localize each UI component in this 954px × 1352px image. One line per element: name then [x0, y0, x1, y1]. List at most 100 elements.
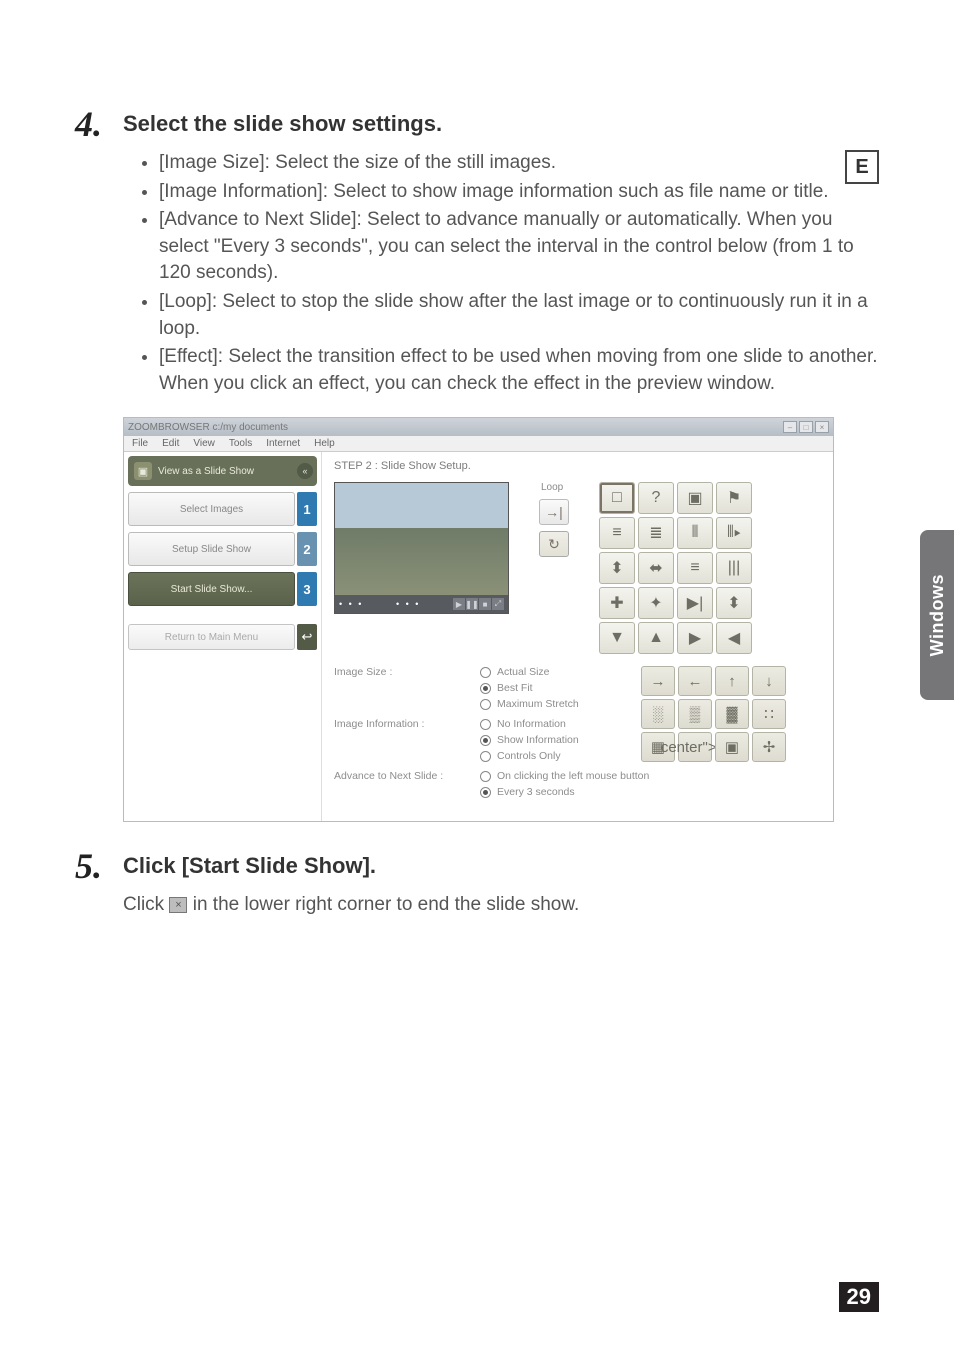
return-to-main-menu-button[interactable]: Return to Main Menu: [128, 624, 295, 650]
window-title: ZOOMBROWSER c:/my documents: [128, 422, 288, 433]
effect-16[interactable]: ⬍: [716, 587, 752, 619]
minimize-button[interactable]: –: [783, 421, 797, 433]
image-size-label: Image Size :: [334, 666, 474, 710]
menu-internet[interactable]: Internet: [266, 438, 300, 449]
radio-label: Controls Only: [497, 750, 561, 762]
panel-step-title: STEP 2 : Slide Show Setup.: [334, 460, 821, 472]
step-4-bullets: [Image Size]: Select the size of the sti…: [139, 150, 879, 397]
effect-19[interactable]: ▶: [677, 622, 713, 654]
effect-s7[interactable]: ▓: [715, 699, 749, 729]
effect-flag[interactable]: ⚑: [716, 482, 752, 514]
sidebar-step-1[interactable]: Select Images 1: [128, 492, 317, 526]
effect-q[interactable]: ?: [638, 482, 674, 514]
step-5-heading: Click [Start Slide Show].: [123, 852, 376, 881]
effect-12[interactable]: |||: [716, 552, 752, 584]
preview-mini-icon[interactable]: ❚❚: [466, 598, 478, 610]
window-titlebar: ZOOMBROWSER c:/my documents – □ ×: [124, 418, 833, 436]
sidebar-step-2[interactable]: Setup Slide Show 2: [128, 532, 317, 566]
radio-label: Every 3 seconds: [497, 786, 575, 798]
sidebar-step-2-label: Setup Slide Show: [172, 544, 251, 555]
effect-none[interactable]: □: [599, 482, 635, 514]
effect-20[interactable]: ◀: [716, 622, 752, 654]
bullet: [Loop]: Select to stop the slide show af…: [159, 289, 879, 342]
radio-label: Show Information: [497, 734, 579, 746]
sidebar-step-2-badge: 2: [297, 532, 317, 566]
page-number: 29: [839, 1282, 879, 1312]
step-5-body: Click × in the lower right corner to end…: [123, 892, 879, 919]
effect-s2[interactable]: ←: [678, 666, 712, 696]
radio-show-information[interactable]: Show Information: [480, 734, 635, 746]
loop-repeat-button[interactable]: ↻: [539, 531, 569, 557]
step-5-body-prefix: Click: [123, 894, 169, 915]
effect-11[interactable]: ≡: [677, 552, 713, 584]
effect-s4[interactable]: ↓: [752, 666, 786, 696]
step-5-body-suffix: in the lower right corner to end the sli…: [193, 894, 580, 915]
preview-mini-icon[interactable]: ⤢: [492, 598, 504, 610]
slideshow-icon: ▣: [134, 462, 152, 480]
close-button[interactable]: ×: [815, 421, 829, 433]
sidebar-step-1-label: Select Images: [180, 504, 243, 515]
effect-17[interactable]: ▼: [599, 622, 635, 654]
effect-s6[interactable]: ▒: [678, 699, 712, 729]
app-screenshot: ZOOMBROWSER c:/my documents – □ × File E…: [123, 417, 834, 822]
effect-15[interactable]: ▶|: [677, 587, 713, 619]
advance-options: On clicking the left mouse button Every …: [480, 770, 821, 798]
radio-maximum-stretch[interactable]: Maximum Stretch: [480, 698, 635, 710]
radio-label: Maximum Stretch: [497, 698, 579, 710]
preview-dots-mid: • • •: [396, 599, 420, 609]
effect-18[interactable]: ▲: [638, 622, 674, 654]
preview-image: [335, 483, 508, 595]
step-4: 4. Select the slide show settings.: [75, 110, 879, 142]
image-size-options: Actual Size Best Fit Maximum Stretch: [480, 666, 635, 710]
effect-s11[interactable]: ▣: [715, 732, 749, 762]
effect-s12[interactable]: ✢: [752, 732, 786, 762]
collapse-icon[interactable]: «: [297, 463, 313, 479]
radio-actual-size[interactable]: Actual Size: [480, 666, 635, 678]
radio-no-information[interactable]: No Information: [480, 718, 635, 730]
radio-label: On clicking the left mouse button: [497, 770, 649, 782]
radio-every-3-seconds[interactable]: Every 3 seconds: [480, 786, 821, 798]
preview-dots-left: • • •: [339, 599, 363, 609]
menu-file[interactable]: File: [132, 438, 148, 449]
effect-10[interactable]: ⬌: [638, 552, 674, 584]
effect-6[interactable]: ≣: [638, 517, 674, 549]
menu-help[interactable]: Help: [314, 438, 335, 449]
preview-mini-icon[interactable]: ▶: [453, 598, 465, 610]
effect-13[interactable]: ✚: [599, 587, 635, 619]
bullet: [Advance to Next Slide]: Select to advan…: [159, 207, 879, 287]
effect-s8[interactable]: ∷: [752, 699, 786, 729]
effect-9[interactable]: ⬍: [599, 552, 635, 584]
menu-view[interactable]: View: [193, 438, 215, 449]
menu-edit[interactable]: Edit: [162, 438, 179, 449]
radio-controls-only[interactable]: Controls Only: [480, 750, 635, 762]
effect-14[interactable]: ✦: [638, 587, 674, 619]
effect-d[interactable]: ▣: [677, 482, 713, 514]
preview-controls: • • • • • • ▶ ❚❚ ■ ⤢: [335, 595, 508, 613]
return-icon: ↩: [297, 624, 317, 650]
mode-label: View as a Slide Show: [158, 466, 254, 477]
sidebar-step-3[interactable]: Start Slide Show... 3: [128, 572, 317, 606]
mode-view-as-slide-show[interactable]: ▣ View as a Slide Show «: [128, 456, 317, 486]
effect-s5[interactable]: ░: [641, 699, 675, 729]
menu-tools[interactable]: Tools: [229, 438, 252, 449]
radio-label: Actual Size: [497, 666, 550, 678]
preview-mini-icon[interactable]: ■: [479, 598, 491, 610]
effect-5[interactable]: ≡: [599, 517, 635, 549]
effect-8[interactable]: ⦀▸: [716, 517, 752, 549]
maximize-button[interactable]: □: [799, 421, 813, 433]
effect-s3[interactable]: ↑: [715, 666, 749, 696]
side-tab-windows: Windows: [920, 530, 954, 700]
effect-7[interactable]: ⦀: [677, 517, 713, 549]
loop-once-button[interactable]: →|: [539, 499, 569, 525]
menu-bar: File Edit View Tools Internet Help: [124, 436, 833, 452]
effect-s10[interactable]: center">✦: [678, 732, 712, 762]
step-5: 5. Click [Start Slide Show].: [75, 852, 879, 884]
effects-grid: □ ? ▣ ⚑ ≡ ≣ ⦀ ⦀▸ ⬍ ⬌ ≡ ||| ✚ ✦ ▶: [599, 482, 752, 654]
effect-s1[interactable]: →: [641, 666, 675, 696]
loop-label: Loop: [541, 482, 569, 493]
radio-best-fit[interactable]: Best Fit: [480, 682, 635, 694]
step-4-number: 4.: [75, 106, 123, 142]
radio-label: No Information: [497, 718, 566, 730]
bullet: [Effect]: Select the transition effect t…: [159, 344, 879, 397]
radio-on-click[interactable]: On clicking the left mouse button: [480, 770, 821, 782]
